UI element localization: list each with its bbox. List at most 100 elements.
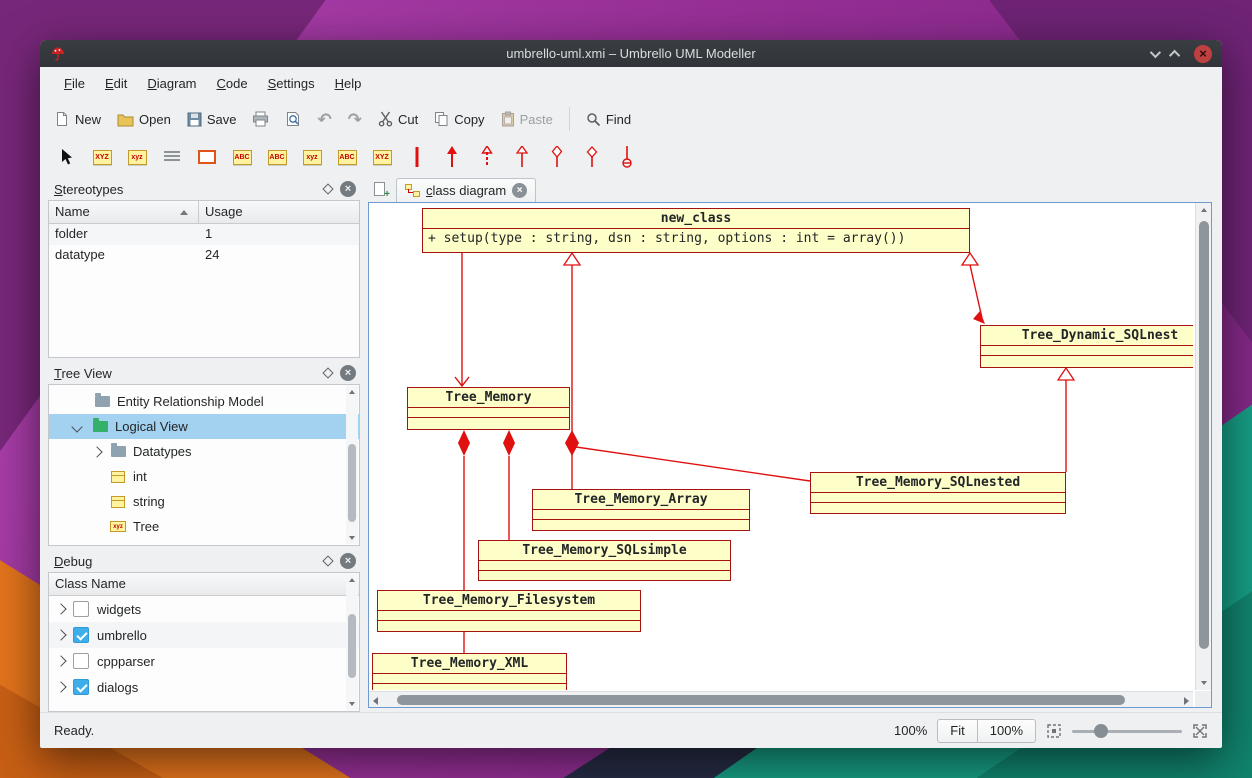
- open-button[interactable]: Open: [117, 112, 171, 127]
- float-panel-icon[interactable]: [322, 367, 333, 378]
- save-button[interactable]: Save: [187, 112, 237, 127]
- tool-box[interactable]: [194, 143, 220, 171]
- class-tree-memory[interactable]: Tree_Memory: [407, 387, 570, 430]
- tab-close-button[interactable]: ×: [512, 183, 527, 198]
- cut-button[interactable]: Cut: [378, 111, 418, 127]
- diagram-canvas[interactable]: new_class + setup(type : string, dsn : s…: [369, 203, 1193, 690]
- fit-button[interactable]: Fit: [937, 719, 977, 743]
- expander-closed-icon[interactable]: [55, 603, 66, 614]
- tool-template[interactable]: XYZ: [369, 143, 395, 171]
- tree-item-entity-relationship-model[interactable]: Entity Relationship Model: [49, 389, 359, 414]
- float-panel-icon[interactable]: [322, 183, 333, 194]
- debug-item-umbrello[interactable]: umbrello: [49, 622, 359, 648]
- float-panel-icon[interactable]: [322, 555, 333, 566]
- expander-closed-icon[interactable]: [55, 655, 66, 666]
- zoom-100-button[interactable]: 100%: [978, 719, 1036, 743]
- tool-interface[interactable]: ABC: [334, 143, 360, 171]
- tool-association[interactable]: [404, 143, 430, 171]
- column-header-class-name[interactable]: Class Name: [49, 573, 359, 596]
- expander-open-icon[interactable]: [71, 421, 82, 432]
- class-tree-memory-filesystem[interactable]: Tree_Memory_Filesystem: [377, 590, 641, 632]
- tool-dependency[interactable]: [474, 143, 500, 171]
- menu-file[interactable]: File: [54, 70, 95, 97]
- checkbox-checked[interactable]: [73, 679, 89, 695]
- column-header-usage[interactable]: Usage: [199, 201, 249, 223]
- menu-edit[interactable]: Edit: [95, 70, 137, 97]
- copy-button[interactable]: Copy: [434, 111, 484, 127]
- close-button[interactable]: ×: [1194, 45, 1212, 63]
- tree-view-panel-header[interactable]: Tree View ×: [48, 362, 360, 384]
- checkbox-unchecked[interactable]: [73, 653, 89, 669]
- tool-class[interactable]: XYZ: [89, 143, 115, 171]
- scroll-right-icon[interactable]: [1184, 697, 1189, 705]
- class-tree-memory-array[interactable]: Tree_Memory_Array: [532, 489, 750, 531]
- checkbox-unchecked[interactable]: [73, 601, 89, 617]
- column-header-name[interactable]: Name: [49, 201, 199, 223]
- tree-view-scrollbar[interactable]: [346, 386, 358, 544]
- scrollbar-thumb[interactable]: [397, 695, 1125, 705]
- tab-class-diagram[interactable]: class diagram ×: [396, 178, 536, 202]
- zoom-fit-page-icon[interactable]: [1046, 723, 1062, 739]
- tool-entity[interactable]: xyz: [299, 143, 325, 171]
- expander-closed-icon[interactable]: [91, 446, 102, 457]
- tool-generalization[interactable]: [509, 143, 535, 171]
- close-panel-button[interactable]: ×: [340, 181, 356, 197]
- class-tree-memory-sqlsimple[interactable]: Tree_Memory_SQLsimple: [478, 540, 731, 581]
- paste-button[interactable]: Paste: [501, 111, 553, 127]
- tree-item-string[interactable]: string: [49, 489, 359, 514]
- scrollbar-thumb[interactable]: [348, 444, 356, 522]
- scrollbar-thumb[interactable]: [1199, 221, 1209, 649]
- titlebar[interactable]: umbrello-uml.xmi – Umbrello UML Modeller…: [40, 40, 1222, 67]
- menu-help[interactable]: Help: [325, 70, 372, 97]
- class-tree-dynamic-sqlnested[interactable]: Tree_Dynamic_SQLnest: [980, 325, 1193, 368]
- scroll-left-icon[interactable]: [373, 697, 378, 705]
- tool-enum[interactable]: ABC: [264, 143, 290, 171]
- tool-text[interactable]: [159, 143, 185, 171]
- table-row[interactable]: folder 1: [49, 224, 359, 245]
- tree-item-tree[interactable]: xyz Tree: [49, 514, 359, 539]
- debug-panel-header[interactable]: Debug ×: [48, 550, 360, 572]
- close-panel-button[interactable]: ×: [340, 553, 356, 569]
- find-button[interactable]: Find: [586, 112, 631, 127]
- expander-closed-icon[interactable]: [55, 681, 66, 692]
- redo-button[interactable]: ↷: [348, 111, 362, 128]
- scrollbar-thumb[interactable]: [348, 614, 356, 678]
- slider-handle[interactable]: [1094, 724, 1108, 738]
- table-row[interactable]: datatype 24: [49, 245, 359, 266]
- zoom-slider[interactable]: [1072, 723, 1182, 739]
- class-new_class[interactable]: new_class + setup(type : string, dsn : s…: [422, 208, 970, 253]
- menu-diagram[interactable]: Diagram: [137, 70, 206, 97]
- minimize-button[interactable]: [1150, 46, 1161, 57]
- scroll-up-icon[interactable]: [1201, 208, 1207, 212]
- checkbox-checked[interactable]: [73, 627, 89, 643]
- debug-item-dialogs[interactable]: dialogs: [49, 674, 359, 700]
- tool-composition[interactable]: [579, 143, 605, 171]
- tree-item-datatypes[interactable]: Datatypes: [49, 439, 359, 464]
- debug-item-widgets[interactable]: widgets: [49, 596, 359, 622]
- print-button[interactable]: [252, 111, 269, 127]
- scroll-down-icon[interactable]: [1201, 681, 1207, 685]
- class-tree-memory-xml[interactable]: Tree_Memory_XML: [372, 653, 567, 690]
- expander-closed-icon[interactable]: [55, 629, 66, 640]
- new-button[interactable]: New: [54, 111, 101, 127]
- print-preview-button[interactable]: [285, 111, 301, 127]
- stereotypes-panel-header[interactable]: Stereotypes ×: [48, 178, 360, 200]
- tool-directed-association[interactable]: [439, 143, 465, 171]
- class-tree-memory-sqlnested[interactable]: Tree_Memory_SQLnested: [810, 472, 1066, 514]
- canvas-horizontal-scrollbar[interactable]: [369, 691, 1193, 707]
- fullscreen-icon[interactable]: [1192, 723, 1208, 739]
- close-panel-button[interactable]: ×: [340, 365, 356, 381]
- menu-settings[interactable]: Settings: [258, 70, 325, 97]
- scroll-up-icon[interactable]: [349, 578, 355, 582]
- canvas-vertical-scrollbar[interactable]: [1195, 203, 1211, 690]
- menu-code[interactable]: Code: [207, 70, 258, 97]
- tool-datatype[interactable]: xyz: [124, 143, 150, 171]
- tool-note[interactable]: ABC: [229, 143, 255, 171]
- tool-select-arrow[interactable]: [54, 143, 80, 171]
- maximize-button[interactable]: [1169, 49, 1180, 60]
- tool-containment[interactable]: [614, 143, 640, 171]
- new-tab-button[interactable]: +: [372, 182, 390, 200]
- scroll-up-icon[interactable]: [349, 390, 355, 394]
- scroll-down-icon[interactable]: [349, 536, 355, 540]
- debug-item-cppparser[interactable]: cppparser: [49, 648, 359, 674]
